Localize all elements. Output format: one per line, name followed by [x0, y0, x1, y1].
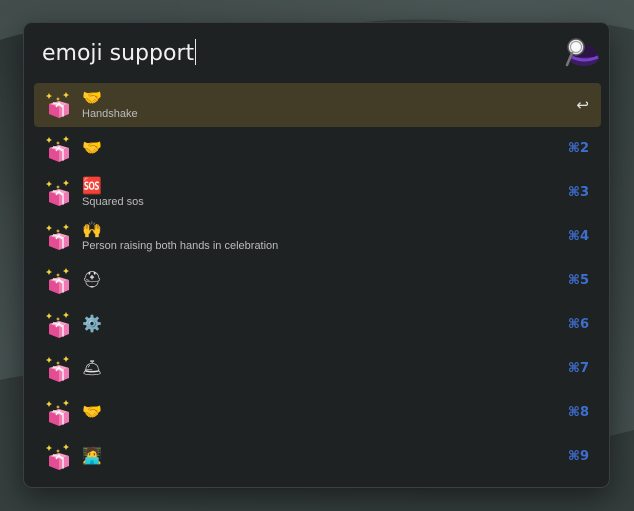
result-shortcut: ⌘9 — [567, 449, 589, 464]
result-title: 🆘 — [82, 176, 102, 195]
magnifier-hat-icon[interactable] — [564, 35, 600, 71]
gift-box-icon — [46, 356, 69, 382]
result-row[interactable]: 🤝 ⌘8 — [34, 391, 601, 435]
result-shortcut: ⌘3 — [567, 185, 589, 200]
launcher-panel: 🤝Handshake↩🤝⌘2🆘Squared sos⌘3🙌Person rais… — [23, 22, 610, 488]
gift-box-icon — [46, 180, 69, 206]
result-row[interactable]: 🤝 ⌘2 — [34, 127, 601, 171]
result-shortcut: ⌘8 — [567, 405, 589, 420]
gift-box-icon — [46, 400, 69, 426]
result-title: 🤝 — [82, 402, 102, 421]
gift-box-icon — [46, 136, 69, 162]
gift-box-icon — [46, 444, 69, 470]
result-row[interactable]: ⛑ ⌘5 — [34, 259, 601, 303]
result-shortcut: ⌘6 — [567, 317, 589, 332]
result-subtitle: Person raising both hands in celebration — [82, 240, 279, 252]
result-row[interactable]: 🙌 Person raising both hands in celebratio… — [34, 215, 601, 259]
result-title: ⛑ — [82, 270, 103, 289]
search-bar — [24, 23, 611, 81]
text-cursor — [195, 39, 197, 65]
result-row[interactable]: 🆘 Squared sos ⌘3 — [34, 171, 601, 215]
result-shortcut: ⌘5 — [567, 273, 589, 288]
gift-box-icon — [46, 312, 69, 338]
result-row[interactable]: 🛎 ⌘7 — [34, 347, 601, 391]
result-shortcut: ⌘4 — [567, 229, 589, 244]
result-title: 🤝 — [82, 138, 102, 157]
result-row[interactable]: 🤝 Handshake ↩ — [34, 83, 601, 127]
result-subtitle: Handshake — [82, 108, 138, 120]
results-list: 🤝 Handshake ↩ 🤝 ⌘2 🆘 Squared sos ⌘3 🙌 Person rais… — [34, 83, 601, 479]
gift-box-icon — [46, 224, 69, 250]
result-row[interactable]: ⚙️ ⌘6 — [34, 303, 601, 347]
result-row[interactable]: 🧑‍💻 ⌘9 — [34, 435, 601, 479]
result-shortcut: ⌘2 — [567, 141, 589, 156]
result-shortcut: ⌘7 — [567, 361, 589, 376]
result-subtitle: Squared sos — [82, 196, 144, 208]
result-shortcut: ↩ — [576, 96, 589, 114]
result-title: 🤝 — [82, 88, 102, 107]
result-title: 🛎 — [82, 358, 103, 377]
gift-box-icon — [46, 268, 69, 294]
result-title: 🙌 — [82, 220, 102, 239]
gift-box-icon — [46, 92, 69, 118]
search-input[interactable] — [42, 37, 562, 69]
result-title: ⚙️ — [82, 314, 102, 333]
result-title: 🧑‍💻 — [82, 446, 102, 465]
